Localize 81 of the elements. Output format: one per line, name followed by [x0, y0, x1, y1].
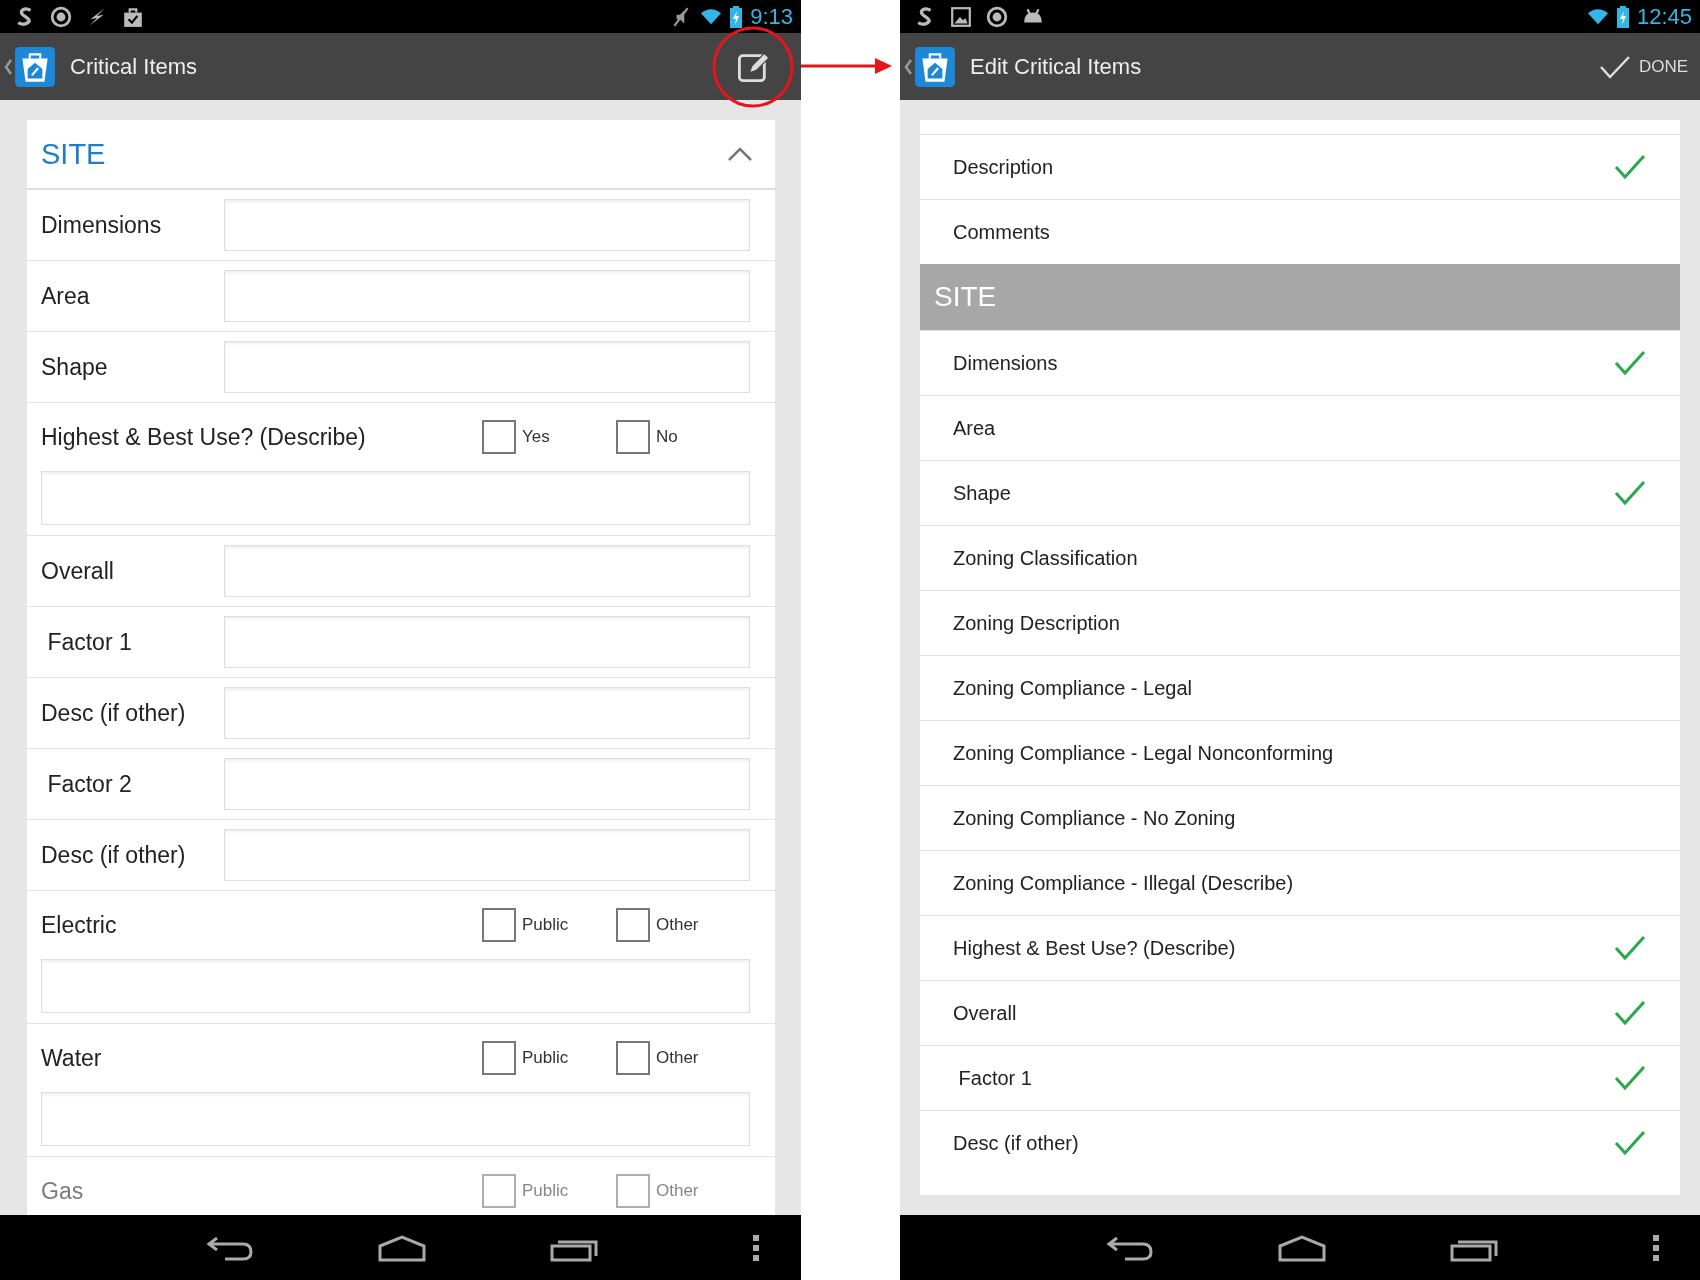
- checkbox[interactable]: [616, 908, 650, 942]
- field-label: Desc (if other): [41, 699, 187, 727]
- field-label: Highest & Best Use? (Describe): [41, 423, 366, 451]
- checkbox-label: Other: [656, 915, 699, 935]
- checkbox-label: Public: [522, 1048, 569, 1068]
- list-item[interactable]: Desc (if other): [920, 1110, 1680, 1175]
- chevron-icon[interactable]: [727, 146, 753, 162]
- field-label: Gas: [41, 1177, 84, 1205]
- app-icon[interactable]: [4, 45, 56, 88]
- field-label: Dimensions: [41, 211, 163, 239]
- field-label: Factor 2: [46, 770, 133, 798]
- home-icon[interactable]: [1277, 1233, 1327, 1262]
- input-field[interactable]: [224, 270, 750, 322]
- sync-icon: [986, 5, 1008, 28]
- screen-title: Edit Critical Items: [970, 53, 1143, 80]
- input-field[interactable]: [224, 829, 750, 881]
- section-title: SITE: [41, 137, 106, 171]
- list-item[interactable]: Zoning Compliance - No Zoning: [920, 785, 1680, 850]
- field-label: Shape: [41, 353, 109, 381]
- checkmark-icon: [1614, 154, 1646, 180]
- sync-icon: [50, 5, 72, 28]
- input-field[interactable]: [224, 199, 750, 251]
- clock-time: 9:13: [750, 3, 793, 30]
- checkbox-label: Public: [522, 915, 569, 935]
- checkmark-icon: [1614, 1130, 1646, 1156]
- list-item[interactable]: Highest & Best Use? (Describe): [920, 915, 1680, 980]
- list-item[interactable]: Zoning Compliance - Illegal (Describe): [920, 850, 1680, 915]
- section-header: SITE: [920, 264, 1680, 330]
- list-item[interactable]: Overall: [920, 980, 1680, 1045]
- checkbox[interactable]: [616, 1041, 650, 1075]
- list-item[interactable]: Zoning Classification: [920, 525, 1680, 590]
- checkbox-label: Public: [522, 1181, 569, 1201]
- checkbox-label: Other: [656, 1048, 699, 1068]
- checkmark-icon: [1598, 54, 1631, 79]
- checkmark-icon: [1614, 350, 1646, 376]
- list-item[interactable]: Description: [920, 134, 1680, 199]
- list-item[interactable]: Shape: [920, 460, 1680, 525]
- input-field[interactable]: [41, 1092, 750, 1146]
- shopping-bag-icon: [122, 5, 144, 28]
- input-field[interactable]: [224, 616, 750, 668]
- input-field[interactable]: [224, 545, 750, 597]
- input-field[interactable]: [41, 959, 750, 1013]
- field-label: Electric: [41, 911, 117, 939]
- checkbox[interactable]: [482, 1174, 516, 1208]
- done-button[interactable]: DONE: [1598, 48, 1688, 85]
- checkbox[interactable]: [482, 420, 516, 454]
- input-field[interactable]: [224, 687, 750, 739]
- field-label: Desc (if other): [41, 841, 187, 869]
- list-item[interactable]: Zoning Compliance - Legal Nonconforming: [920, 720, 1680, 785]
- input-field[interactable]: [224, 758, 750, 810]
- field-label: Overall: [41, 557, 115, 585]
- list-item[interactable]: Area: [920, 395, 1680, 460]
- checkbox-label: Other: [656, 1181, 699, 1201]
- app-icon[interactable]: [904, 45, 956, 88]
- overflow-menu-icon[interactable]: [753, 1234, 759, 1261]
- checkbox[interactable]: [482, 1041, 516, 1075]
- checkbox[interactable]: [482, 908, 516, 942]
- checkbox[interactable]: [616, 1174, 650, 1208]
- list-item[interactable]: Zoning Compliance - Legal: [920, 655, 1680, 720]
- battery-icon: [730, 5, 743, 28]
- checkmark-icon: [1614, 1000, 1646, 1026]
- checkbox[interactable]: [616, 420, 650, 454]
- input-field[interactable]: [224, 341, 750, 393]
- input-field[interactable]: [41, 471, 750, 525]
- list-item[interactable]: Zoning Description: [920, 590, 1680, 655]
- checkmark-icon: [1614, 935, 1646, 961]
- battery-icon: [1616, 5, 1629, 28]
- checkmark-icon: [1614, 1065, 1646, 1091]
- clock-time: 12:45: [1636, 3, 1692, 30]
- home-icon[interactable]: [377, 1233, 427, 1262]
- field-label: Factor 1: [46, 628, 133, 656]
- field-label: Water: [41, 1044, 102, 1072]
- list-item[interactable]: Factor 1: [920, 1045, 1680, 1110]
- image-icon: [950, 5, 972, 28]
- screen-title: Critical Items: [70, 53, 199, 80]
- checkmark-icon: [1614, 480, 1646, 506]
- overflow-menu-icon[interactable]: [1653, 1234, 1659, 1261]
- field-label: Area: [41, 282, 91, 310]
- checkbox-label: Yes: [522, 427, 550, 447]
- checkbox-label: No: [656, 427, 678, 447]
- list-item[interactable]: Dimensions: [920, 330, 1680, 395]
